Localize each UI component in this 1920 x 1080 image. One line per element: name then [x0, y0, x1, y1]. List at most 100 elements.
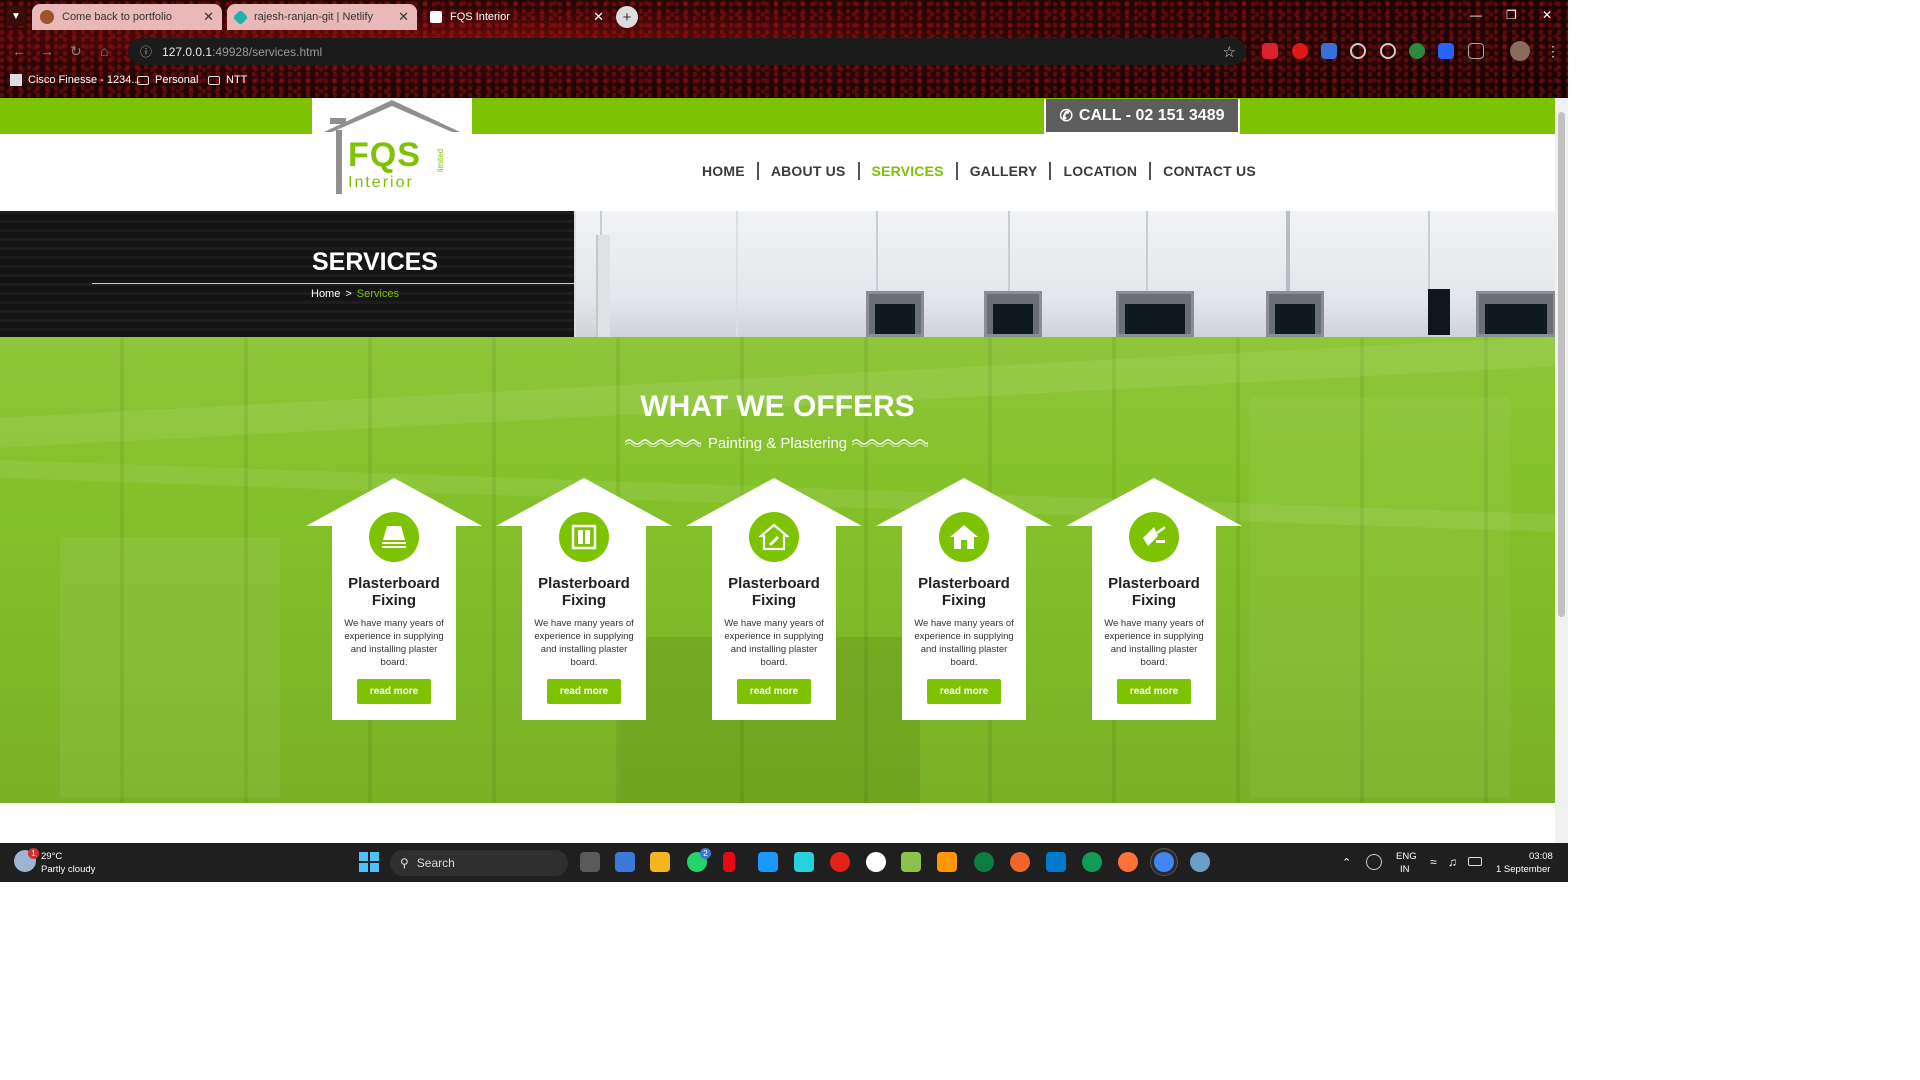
nav-gallery[interactable]: GALLERY: [958, 163, 1050, 179]
nav-about-us[interactable]: ABOUT US: [759, 163, 858, 179]
battery-icon[interactable]: [1468, 857, 1482, 866]
clock-date[interactable]: 1 September: [1496, 864, 1550, 875]
forward-icon[interactable]: →: [40, 43, 54, 59]
folder-icon: [137, 75, 149, 85]
profile-avatar[interactable]: [1510, 41, 1530, 61]
vscode-icon[interactable]: [1046, 852, 1066, 872]
call-button[interactable]: ✆ CALL - 02 151 3489: [1044, 99, 1240, 134]
downpipe: [596, 235, 610, 337]
card-title: Plasterboard Fixing: [728, 575, 820, 609]
restore-icon[interactable]: ❐: [1506, 8, 1517, 22]
close-window-icon[interactable]: ✕: [1542, 8, 1552, 22]
house-paint-icon: [749, 512, 799, 562]
service-card: Plasterboard Fixing We have many years o…: [876, 478, 1052, 720]
back-icon[interactable]: ←: [12, 43, 26, 59]
amazon-music-icon[interactable]: [794, 852, 814, 872]
card-description: We have many years of experience in supp…: [534, 618, 634, 668]
extensions-puzzle-icon[interactable]: [1468, 43, 1484, 59]
task-view-icon[interactable]: [580, 852, 600, 872]
nav-services[interactable]: SERVICES: [860, 163, 956, 179]
tab-title: rajesh-ranjan-git | Netlify: [254, 11, 374, 23]
home-icon[interactable]: ⌂: [100, 43, 108, 59]
tab-portfolio[interactable]: Come back to portfolio ✕: [32, 4, 222, 30]
new-tab-button[interactable]: +: [616, 6, 638, 28]
reload-icon[interactable]: ↻: [70, 43, 82, 60]
bookmark-star-icon[interactable]: ☆: [1223, 43, 1236, 61]
bookmark-cisco[interactable]: Cisco Finesse - 1234...: [10, 74, 141, 86]
site-info-icon[interactable]: ⓘ: [140, 43, 152, 60]
nav-contact-us[interactable]: CONTACT US: [1151, 163, 1268, 179]
browser-chrome: ▼ Come back to portfolio ✕ rajesh-ranjan…: [0, 0, 1568, 98]
adblock-extension-icon[interactable]: [1262, 43, 1278, 59]
breadcrumb: Home > Services: [311, 288, 399, 300]
app-icon[interactable]: [1190, 852, 1210, 872]
nav-location[interactable]: LOCATION: [1051, 163, 1149, 179]
prime-video-icon[interactable]: [758, 852, 778, 872]
taskbar-search[interactable]: ⚲ Search: [390, 850, 568, 876]
postman-icon[interactable]: [1010, 852, 1030, 872]
weather-desc[interactable]: Partly cloudy: [41, 864, 95, 875]
sync-icon[interactable]: [1366, 854, 1382, 870]
clock-time[interactable]: 03:08: [1529, 851, 1553, 862]
folder-icon: [208, 75, 220, 85]
extension-icon[interactable]: [1409, 43, 1425, 59]
sublime-icon[interactable]: [937, 852, 957, 872]
minimize-icon[interactable]: —: [1470, 8, 1482, 22]
tab-fqs-interior[interactable]: FQS Interior ✕: [422, 4, 612, 30]
menu-kebab-icon[interactable]: ⋮: [1546, 43, 1560, 60]
tab-search-button[interactable]: ▼: [6, 6, 26, 26]
lang-bottom[interactable]: IN: [1400, 864, 1410, 875]
card-title: Plasterboard Fixing: [1108, 575, 1200, 609]
netflix-icon[interactable]: [723, 852, 735, 872]
lang-top[interactable]: ENG: [1396, 851, 1417, 862]
tray-chevron-icon[interactable]: ⌃: [1342, 856, 1351, 869]
firefox-icon[interactable]: [1118, 852, 1138, 872]
windows-start-icon[interactable]: [359, 852, 379, 872]
bookmark-folder-ntt[interactable]: NTT: [208, 74, 247, 86]
extension-icon[interactable]: [1380, 43, 1396, 59]
edge-icon[interactable]: [1082, 852, 1102, 872]
store-icon[interactable]: [615, 852, 635, 872]
weather-temp[interactable]: 29°C: [41, 851, 62, 862]
nav-home[interactable]: HOME: [690, 163, 757, 179]
read-more-button[interactable]: read more: [1117, 679, 1191, 704]
chrome-icon[interactable]: [1154, 852, 1174, 872]
tab-title: Come back to portfolio: [62, 11, 173, 23]
close-icon[interactable]: ✕: [203, 9, 214, 25]
close-icon[interactable]: ✕: [398, 9, 409, 25]
page-favicon-icon: [430, 11, 442, 23]
site-logo[interactable]: FQS Interior limited: [312, 98, 472, 211]
extension-icon[interactable]: [1350, 43, 1366, 59]
wave-decoration-left: [625, 439, 701, 447]
offers-title: WHAT WE OFFERS: [640, 390, 915, 423]
read-more-button[interactable]: read more: [357, 679, 431, 704]
address-bar[interactable]: ⓘ 127.0.0.1:49928/services.html ☆: [128, 38, 1246, 65]
youtube-icon[interactable]: [830, 852, 850, 872]
tab-netlify[interactable]: rajesh-ranjan-git | Netlify ✕: [227, 4, 417, 30]
weather-badge: 1: [28, 848, 39, 859]
breadcrumb-separator: >: [345, 288, 352, 300]
breadcrumb-home[interactable]: Home: [311, 288, 340, 300]
house-icon: [939, 512, 989, 562]
extension-icon[interactable]: [1292, 43, 1308, 59]
read-more-button[interactable]: read more: [737, 679, 811, 704]
extension-icon[interactable]: [1438, 43, 1454, 59]
mongodb-icon[interactable]: [974, 852, 994, 872]
wifi-icon[interactable]: ≈: [1430, 855, 1437, 869]
scrollbar-thumb[interactable]: [1558, 112, 1565, 617]
header-top-bar: [0, 98, 1555, 134]
banner-divider: [92, 283, 574, 284]
github-icon[interactable]: [866, 852, 886, 872]
trowel-icon: [1129, 512, 1179, 562]
file-explorer-icon[interactable]: [650, 852, 670, 872]
close-icon[interactable]: ✕: [593, 9, 604, 25]
logo-tag: limited: [436, 148, 445, 172]
card-description: We have many years of experience in supp…: [914, 618, 1014, 668]
read-more-button[interactable]: read more: [927, 679, 1001, 704]
volume-icon[interactable]: ♫: [1448, 855, 1457, 869]
page-scrollbar[interactable]: [1555, 98, 1568, 843]
extension-icon[interactable]: [1321, 43, 1337, 59]
read-more-button[interactable]: read more: [547, 679, 621, 704]
notepad-icon[interactable]: [901, 852, 921, 872]
bookmark-folder-personal[interactable]: Personal: [137, 74, 198, 86]
